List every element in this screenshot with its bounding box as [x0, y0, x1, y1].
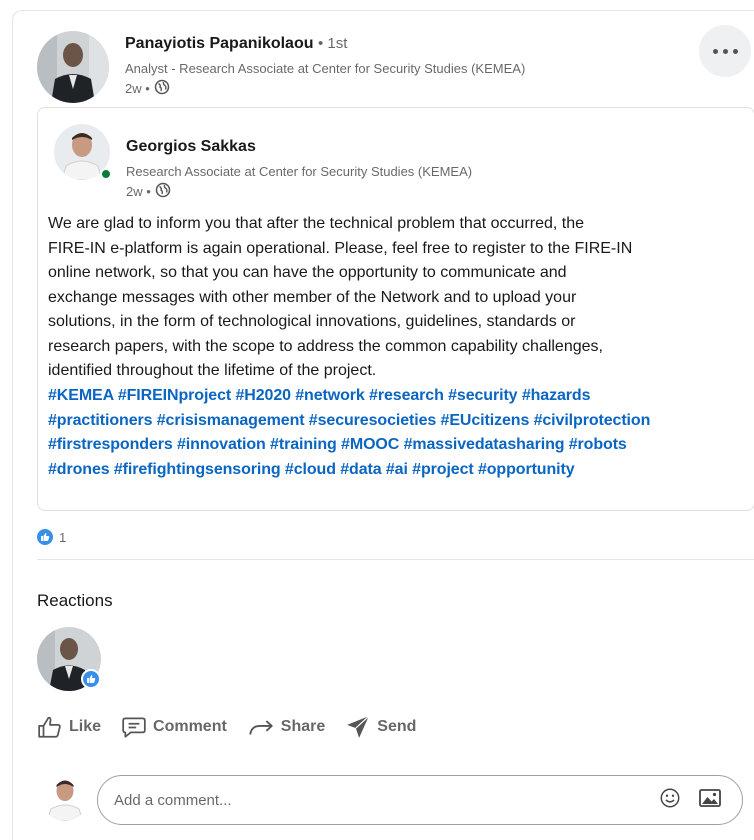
online-status-indicator [100, 168, 112, 180]
current-user-avatar [41, 773, 89, 821]
post-text-line: research papers, with the scope to addre… [48, 337, 603, 355]
send-label: Send [377, 718, 417, 735]
timestamp-text: 2w • [125, 81, 150, 96]
like-label: Like [69, 718, 102, 735]
comment-icon [121, 714, 147, 740]
shared-timestamp: 2w • [126, 182, 171, 201]
actor-headline: Analyst - Research Associate at Center f… [125, 61, 526, 76]
reshared-post[interactable]: Georgios Sakkas Research Associate at Ce… [37, 107, 754, 511]
post-text-line: identified throughout the lifetime of th… [48, 362, 377, 379]
post-text-line: We are glad to inform you that after the… [48, 215, 584, 232]
feed-post-card: Panayiotis Papanikolaou • 1st Analyst - … [12, 10, 754, 840]
hashtag-line[interactable]: #firstresponders #innovation #training #… [48, 433, 748, 458]
post-text-line: exchange messages with other member of t… [48, 288, 577, 306]
more-options-button[interactable] [699, 25, 751, 77]
divider [37, 559, 754, 560]
social-actions-bar: Like Comment Share Send [37, 711, 436, 743]
hashtag-block: #KEMEA #FIREINproject #H2020 #network #r… [48, 384, 748, 482]
emoji-button[interactable] [650, 780, 690, 820]
post-text-line: solutions, in the form of technological … [48, 313, 576, 330]
like-reaction-icon [81, 669, 101, 689]
reactions-heading: Reactions [37, 591, 113, 610]
actor-name[interactable]: Panayiotis Papanikolaou [125, 35, 314, 52]
reaction-count-text: 1 [59, 529, 67, 545]
comment-button[interactable]: Comment [121, 714, 227, 740]
timestamp-text: 2w • [126, 184, 151, 199]
add-photo-button[interactable] [690, 780, 730, 820]
hashtag-line[interactable]: #KEMEA #FIREINproject #H2020 #network #r… [48, 384, 748, 409]
share-button[interactable]: Share [247, 714, 325, 740]
like-button[interactable]: Like [37, 714, 101, 740]
comment-label: Comment [153, 718, 227, 735]
actor-name-line[interactable]: Panayiotis Papanikolaou • 1st [125, 35, 347, 53]
globe-icon [155, 182, 171, 201]
shared-author-name[interactable]: Georgios Sakkas [126, 138, 256, 156]
shared-author-headline: Research Associate at Center for Securit… [126, 164, 473, 179]
thumbs-up-outline-icon [37, 714, 63, 740]
send-plane-icon [345, 714, 371, 740]
hashtag-line[interactable]: #drones #firefightingsensoring #cloud #d… [48, 458, 748, 483]
send-button[interactable]: Send [345, 714, 416, 740]
reactions-count[interactable]: 1 [37, 529, 66, 545]
emoji-smile-icon [659, 787, 681, 814]
actor-timestamp: 2w • [125, 79, 170, 98]
globe-icon [154, 79, 170, 98]
post-text-line: FIRE-IN e-platform is again operational.… [48, 239, 633, 257]
post-body-text: We are glad to inform you that after the… [48, 212, 748, 384]
image-icon [698, 787, 722, 814]
thumbs-up-icon [37, 529, 53, 545]
share-label: Share [280, 718, 326, 735]
share-arrow-icon [247, 714, 275, 740]
actor-avatar[interactable] [37, 31, 109, 103]
comment-input[interactable] [98, 791, 650, 809]
comment-box [97, 775, 743, 825]
hashtag-line[interactable]: #practitioners #crisismanagement #secure… [48, 409, 748, 434]
post-text-line: online network, so that you can have the… [48, 264, 567, 281]
connection-degree: • 1st [317, 35, 348, 52]
